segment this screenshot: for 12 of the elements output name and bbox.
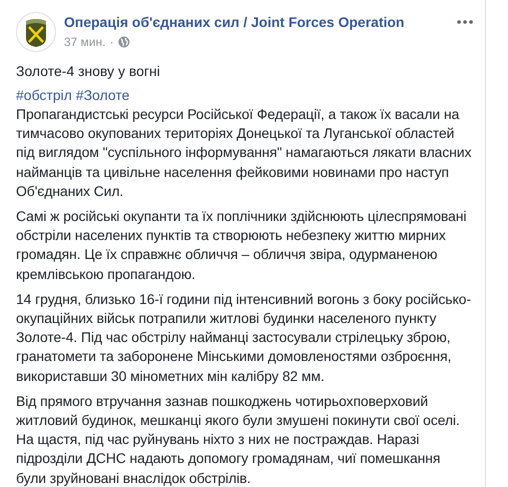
page-name-link[interactable]: Операція об'єднаних сил / Joint Forces Operation: [64, 14, 404, 30]
post-paragraph: 14 грудня, близько 16-ї години під інтенсивний вогонь з боку російсько-окупаційних військ потрапили житлові будинки населеного пункту Золоте-4. Під час обстрілу найманці застосували стрілецьку зброю, гранатомети та заборонене Мінськими домовленостями озброєння, використавши 30 мінометних мін калібру 82 мм.: [16, 290, 472, 386]
post-paragraph: Пропагандистські ресурси Російської Федерації, а також їх васали на тимчасово окупованих територіях Донецької та Луганської областей під виглядом "суспільного інформування" намагаються лякати власних найманців та цивільне населення фейковими новинами про наступ Об'єднаних Сил.: [16, 105, 472, 201]
post-paragraph: Самі ж російські окупанти та їх поплічники здійснюють цілеспрямовані обстріли населених пунктів та створюють небезпеку життю мирних громадян. Це їх справжнє обличчя – обличчя звіра, одурманеною кремлівською пропагандою.: [16, 207, 468, 284]
more-options-icon[interactable]: [457, 20, 473, 24]
post-paragraph: Від прямого втручання зазнав пошкоджень чотирьохповерховий житловий будинок, мешканці якого були змушені покинути свої оселі. На щастя, під час руйнувань ніхто з них не постраждав. Наразі підрозділи ДСНС надають допомогу громадянам, чиї помешкання були зруйновані внаслідок обстрілів.: [16, 392, 461, 487]
separator-dot: ·: [110, 35, 114, 49]
globe-icon: [118, 36, 130, 48]
hashtag-link[interactable]: #обстріл: [16, 86, 72, 105]
hashtag-link[interactable]: #Золоте: [76, 86, 130, 105]
shield-avatar-icon[interactable]: [16, 12, 56, 52]
post-title: Золоте-4 знову у вогні: [16, 62, 161, 81]
